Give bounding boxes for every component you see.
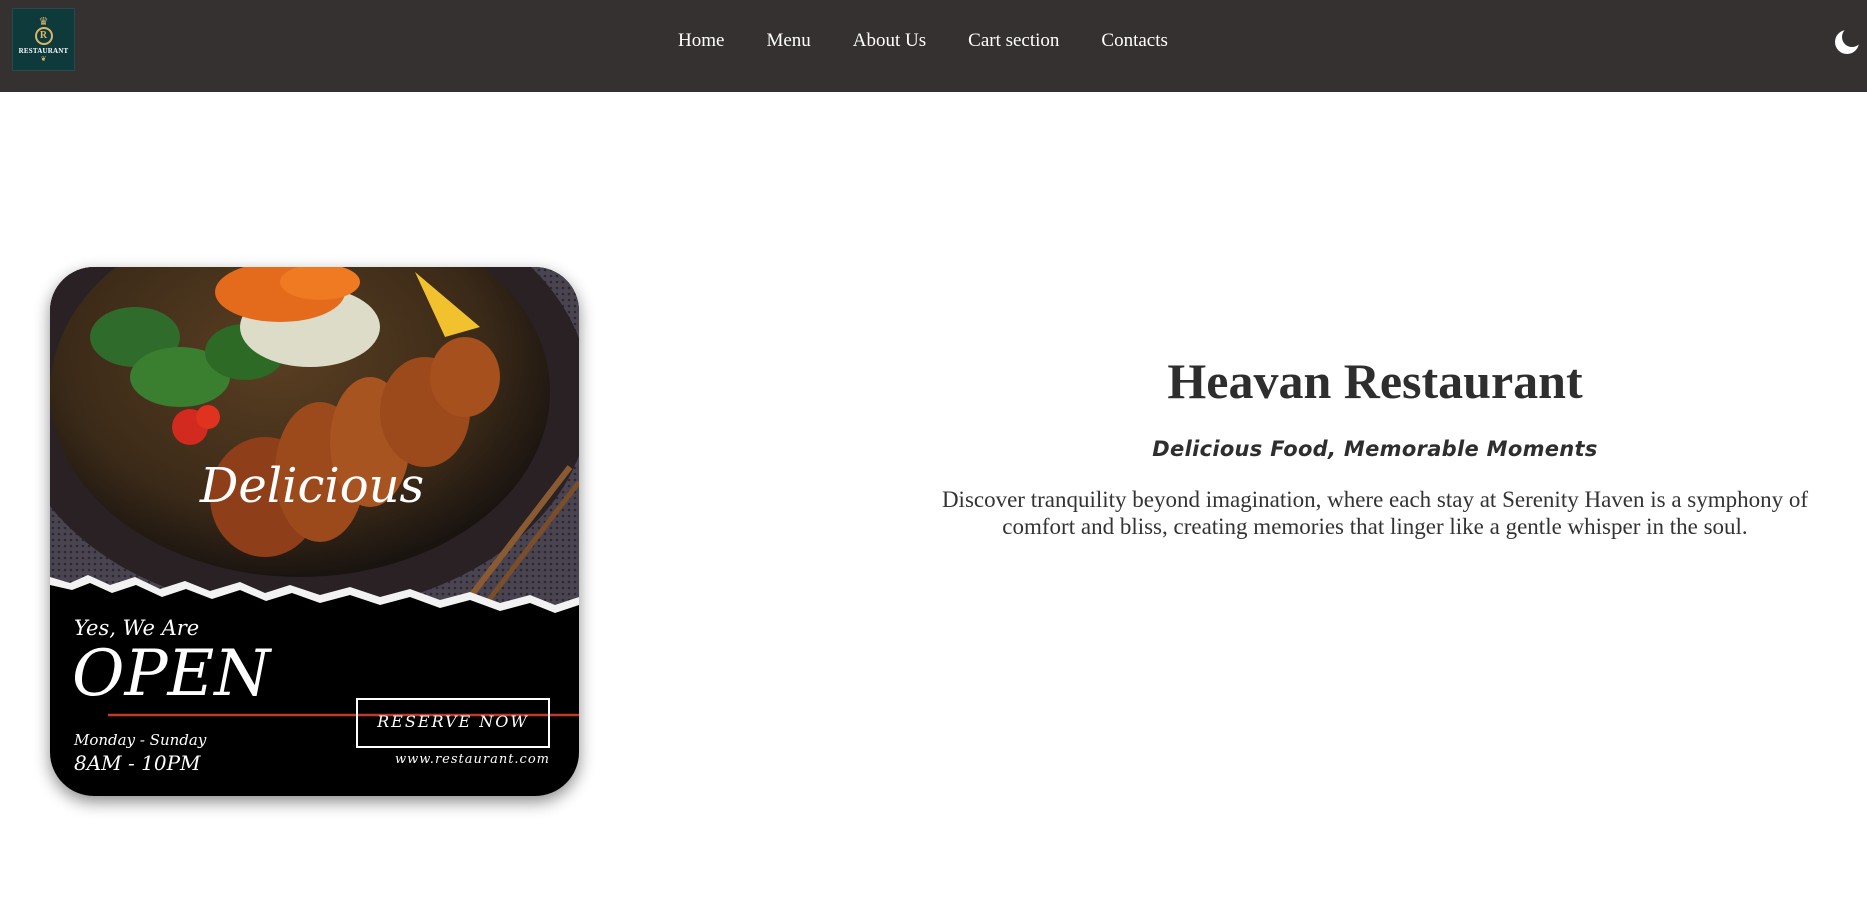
crown-icon: ♛ [38, 15, 49, 28]
flourish-icon: ❦ [40, 54, 47, 63]
hero-subtitle: Delicious Food, Memorable Moments [1152, 437, 1598, 461]
nav-about-us[interactable]: About Us [853, 30, 926, 52]
promo-days: Monday - Sunday [73, 731, 207, 749]
promo-card-image: Delicious Yes, We Are OPEN RESERVE NOW M… [50, 267, 579, 796]
nav-cart-section[interactable]: Cart section [968, 30, 1059, 52]
navbar: ♛ R RESTAURANT ❦ Home Menu About Us Cart… [0, 0, 1867, 92]
theme-toggle-button[interactable] [1833, 27, 1862, 56]
hero-description: Discover tranquility beyond imagination,… [941, 487, 1809, 539]
promo-hours: 8AM - 10PM [74, 751, 201, 775]
moon-icon [1835, 27, 1862, 54]
reserve-now-label: RESERVE NOW [376, 712, 529, 731]
hero-title: Heavan Restaurant [1167, 353, 1583, 409]
nav-menu[interactable]: Menu [766, 30, 810, 52]
logo-emblem: R [34, 26, 53, 45]
nav-contacts[interactable]: Contacts [1101, 30, 1168, 52]
promo-headline: Delicious [199, 458, 424, 514]
logo-text: RESTAURANT [18, 46, 69, 55]
restaurant-logo[interactable]: ♛ R RESTAURANT ❦ [12, 8, 75, 71]
promo-website: www.restaurant.com [395, 752, 550, 767]
nav-home[interactable]: Home [678, 30, 724, 52]
main-nav: Home Menu About Us Cart section Contacts [678, 30, 1168, 52]
food-photo [50, 267, 579, 612]
hero-text: Heavan Restaurant Delicious Food, Memora… [920, 345, 1830, 540]
promo-open-text: OPEN [72, 637, 272, 711]
